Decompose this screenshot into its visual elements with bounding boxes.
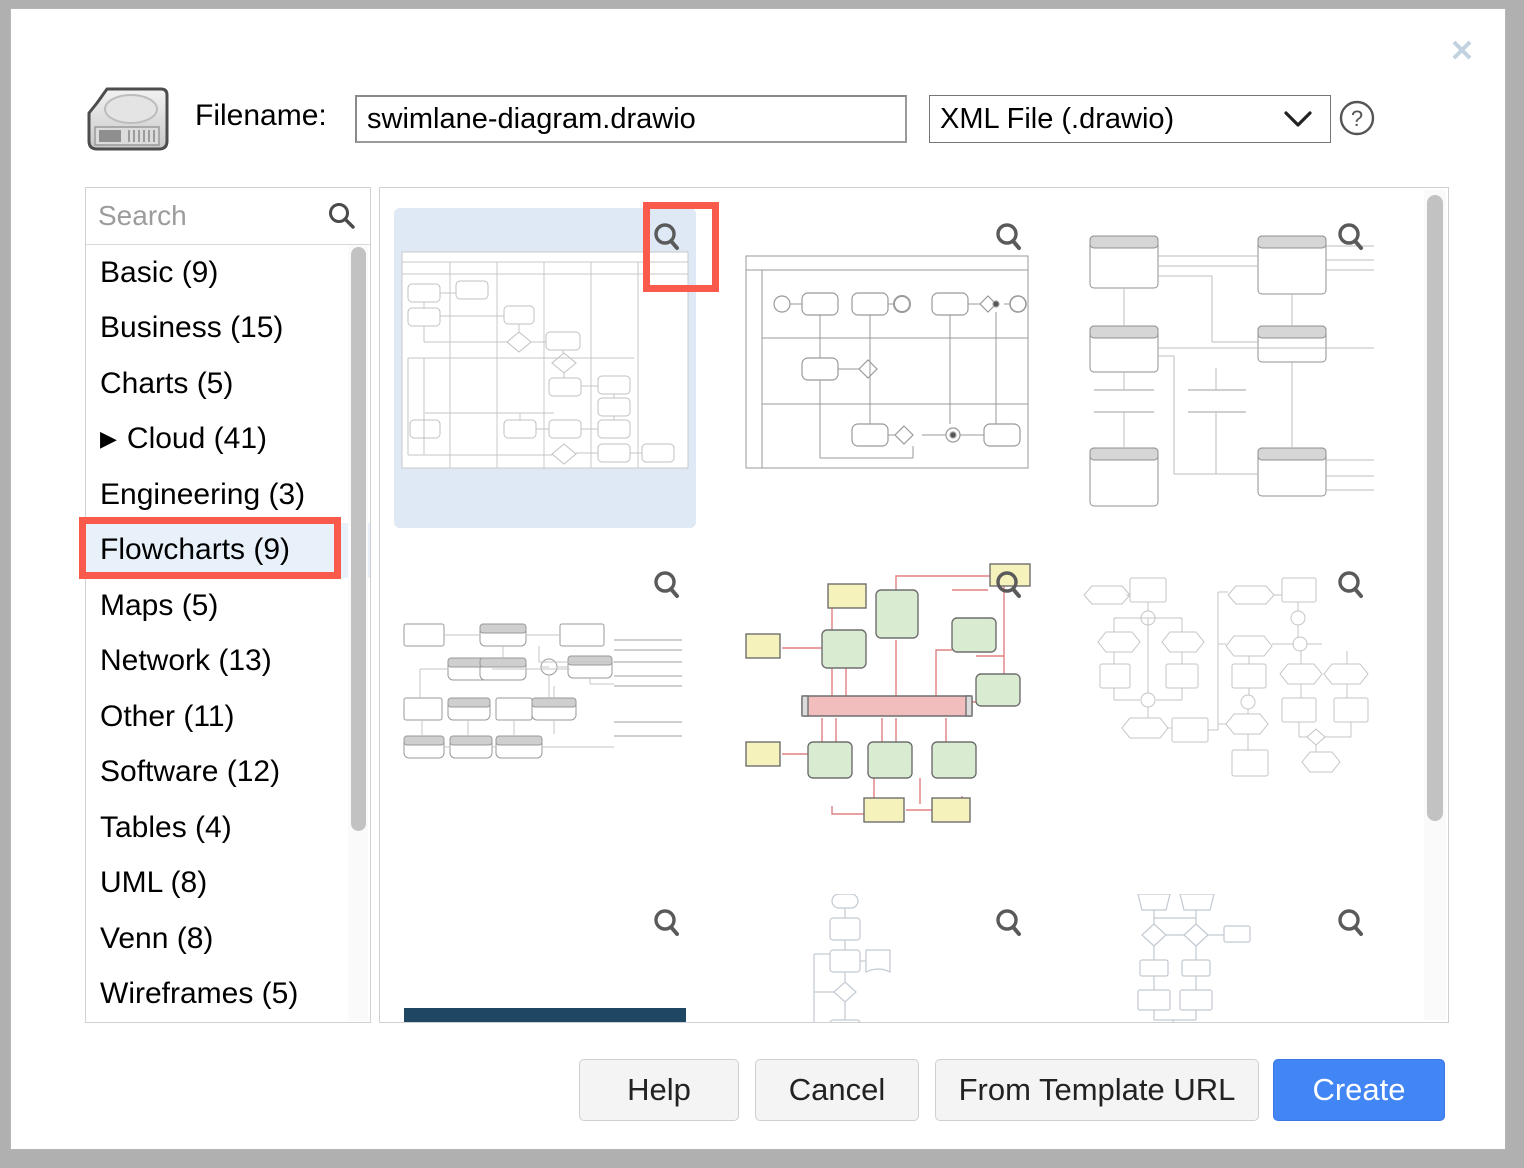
dialog-footer: Help Cancel From Template URL Create xyxy=(11,1059,1505,1123)
template-panel xyxy=(379,187,1449,1023)
sidebar-item-engineering[interactable]: Engineering (3) xyxy=(86,467,370,523)
template-scrollbar-track[interactable] xyxy=(1424,190,1446,1020)
sidebar-item-wireframes[interactable]: Wireframes (5) xyxy=(86,967,370,1023)
svg-text:?: ? xyxy=(1351,106,1363,131)
dialog-header: Filename: XML File (.drawio) ? xyxy=(11,69,1505,169)
sidebar-scrollbar-track[interactable] xyxy=(348,245,368,1021)
template-tile-branching-flowchart[interactable] xyxy=(1078,894,1380,1023)
disk-icon xyxy=(81,83,173,157)
template-tile-dark-swimlane[interactable] xyxy=(394,894,696,1023)
sidebar-item-business[interactable]: Business (15) xyxy=(86,301,370,357)
sidebar-item-label: Engineering (3) xyxy=(100,478,305,512)
template-cell xyxy=(722,874,1038,1023)
sidebar-item-label: Wireframes (5) xyxy=(100,977,298,1011)
filename-label: Filename: xyxy=(195,99,327,133)
template-cell xyxy=(380,536,696,874)
sidebar-item-label: Basic (9) xyxy=(100,256,218,290)
magnifier-icon[interactable] xyxy=(1334,906,1370,942)
sidebar-item-label: Maps (5) xyxy=(100,589,218,623)
template-cell xyxy=(722,188,1038,526)
sidebar-item-other[interactable]: Other (11) xyxy=(86,689,370,745)
template-thumbnail xyxy=(394,556,696,876)
template-grid xyxy=(380,188,1408,1023)
sidebar-item-software[interactable]: Software (12) xyxy=(86,745,370,801)
template-tile-process-flow-gray[interactable] xyxy=(394,556,696,876)
close-icon[interactable]: ✕ xyxy=(1445,35,1479,69)
sidebar-item-label: Tables (4) xyxy=(100,811,232,845)
template-tile-hexagon-decision-flowchart[interactable] xyxy=(1078,556,1380,876)
sidebar-item-venn[interactable]: Venn (8) xyxy=(86,911,370,967)
template-thumbnail xyxy=(1078,556,1380,876)
sidebar-item-label: Other (11) xyxy=(100,700,235,734)
expand-arrow-icon[interactable]: ▶ xyxy=(100,428,117,450)
template-thumbnail xyxy=(736,208,1038,528)
filetype-select[interactable]: XML File (.drawio) xyxy=(929,95,1331,143)
help-circle-icon[interactable]: ? xyxy=(1338,99,1376,137)
magnifier-icon[interactable] xyxy=(650,568,686,604)
sidebar-item-maps[interactable]: Maps (5) xyxy=(86,578,370,634)
magnifier-icon[interactable] xyxy=(650,906,686,942)
search-input[interactable] xyxy=(86,188,324,243)
template-cell xyxy=(722,536,1038,874)
search-icon[interactable] xyxy=(326,200,358,232)
template-thumbnail xyxy=(736,556,1038,876)
category-sidebar: Basic (9) Business (15) Charts (5) ▶ Cloud (… xyxy=(85,187,371,1023)
sidebar-item-uml[interactable]: UML (8) xyxy=(86,856,370,912)
sidebar-item-network[interactable]: Network (13) xyxy=(86,634,370,690)
template-tile-idef-function-blocks[interactable] xyxy=(1078,208,1380,528)
sidebar-scrollbar-thumb[interactable] xyxy=(351,247,366,831)
template-scrollbar-thumb[interactable] xyxy=(1427,195,1443,821)
from-template-url-button[interactable]: From Template URL xyxy=(935,1059,1259,1121)
sidebar-item-label: Business (15) xyxy=(100,311,283,345)
template-tile-bpmn-horizontal-pool[interactable] xyxy=(736,208,1038,528)
help-button[interactable]: Help xyxy=(579,1059,739,1121)
sidebar-item-label: Flowcharts (9) xyxy=(100,533,290,567)
sidebar-item-tables[interactable]: Tables (4) xyxy=(86,800,370,856)
template-tile-swimlane-vertical[interactable] xyxy=(394,208,696,528)
sidebar-item-label: Venn (8) xyxy=(100,922,213,956)
cancel-button[interactable]: Cancel xyxy=(755,1059,919,1121)
template-cell xyxy=(1064,874,1380,1023)
magnifier-icon[interactable] xyxy=(650,220,686,256)
template-cell xyxy=(380,188,696,526)
new-diagram-dialog: ✕ Filename: XML File (.drawio) xyxy=(10,8,1506,1150)
magnifier-icon[interactable] xyxy=(992,220,1028,256)
sidebar-item-flowcharts[interactable]: Flowcharts (9) xyxy=(86,523,370,579)
category-list: Basic (9) Business (15) Charts (5) ▶ Cloud (… xyxy=(86,245,370,1023)
template-cell xyxy=(1064,188,1380,526)
search-row xyxy=(86,188,370,245)
magnifier-icon[interactable] xyxy=(992,906,1028,942)
sidebar-item-basic[interactable]: Basic (9) xyxy=(86,245,370,301)
template-tile-system-development-colored[interactable] xyxy=(736,556,1038,876)
template-cell xyxy=(380,874,696,1023)
create-button[interactable]: Create xyxy=(1273,1059,1445,1121)
sidebar-item-label: Charts (5) xyxy=(100,367,233,401)
template-tile-vertical-document-flowchart[interactable] xyxy=(736,894,1038,1023)
magnifier-icon[interactable] xyxy=(992,568,1028,604)
sidebar-item-label: UML (8) xyxy=(100,866,207,900)
sidebar-item-label: Cloud (41) xyxy=(127,422,267,456)
magnifier-icon[interactable] xyxy=(1334,220,1370,256)
sidebar-item-charts[interactable]: Charts (5) xyxy=(86,356,370,412)
sidebar-item-label: Software (12) xyxy=(100,755,280,789)
template-thumbnail xyxy=(1078,208,1380,528)
template-thumbnail xyxy=(394,208,696,528)
filename-input[interactable] xyxy=(355,95,907,143)
sidebar-item-label: Network (13) xyxy=(100,644,272,678)
magnifier-icon[interactable] xyxy=(1334,568,1370,604)
template-cell xyxy=(1064,536,1380,874)
sidebar-item-cloud[interactable]: ▶ Cloud (41) xyxy=(86,412,370,468)
